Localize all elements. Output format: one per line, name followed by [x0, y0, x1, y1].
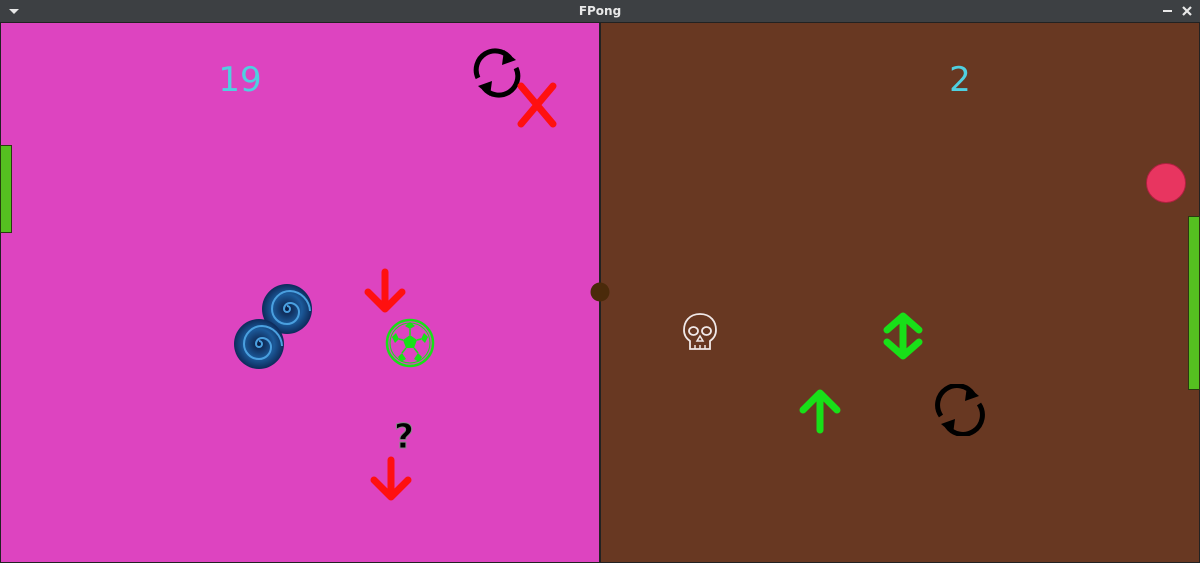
question-mark-icon: ?: [388, 416, 420, 460]
right-player-score: 2: [949, 60, 971, 100]
svg-text:?: ?: [394, 417, 414, 456]
red-down-arrow-icon: [362, 268, 408, 320]
center-ball: [590, 282, 610, 306]
left-player-score: 19: [218, 60, 262, 100]
red-x-icon: [514, 80, 560, 134]
left-paddle: [0, 145, 12, 233]
window-titlebar: FPong: [0, 0, 1200, 22]
green-up-down-arrow-icon: [880, 312, 926, 364]
green-up-arrow-icon: [797, 386, 843, 438]
minimize-icon[interactable]: [1158, 0, 1178, 22]
close-icon[interactable]: [1177, 0, 1197, 22]
rotate-arrows-icon: [933, 383, 987, 440]
window-title: FPong: [578, 4, 622, 18]
blue-vortex-icon: [232, 317, 286, 375]
red-down-arrow-icon: [368, 456, 414, 508]
game-field: 19 2 ?: [0, 22, 1200, 563]
green-soccer-ball-icon: [384, 317, 436, 373]
right-half-field: [600, 22, 1200, 563]
right-paddle: [1188, 216, 1200, 390]
skull-icon: [680, 311, 720, 361]
game-ball: [1145, 162, 1187, 208]
